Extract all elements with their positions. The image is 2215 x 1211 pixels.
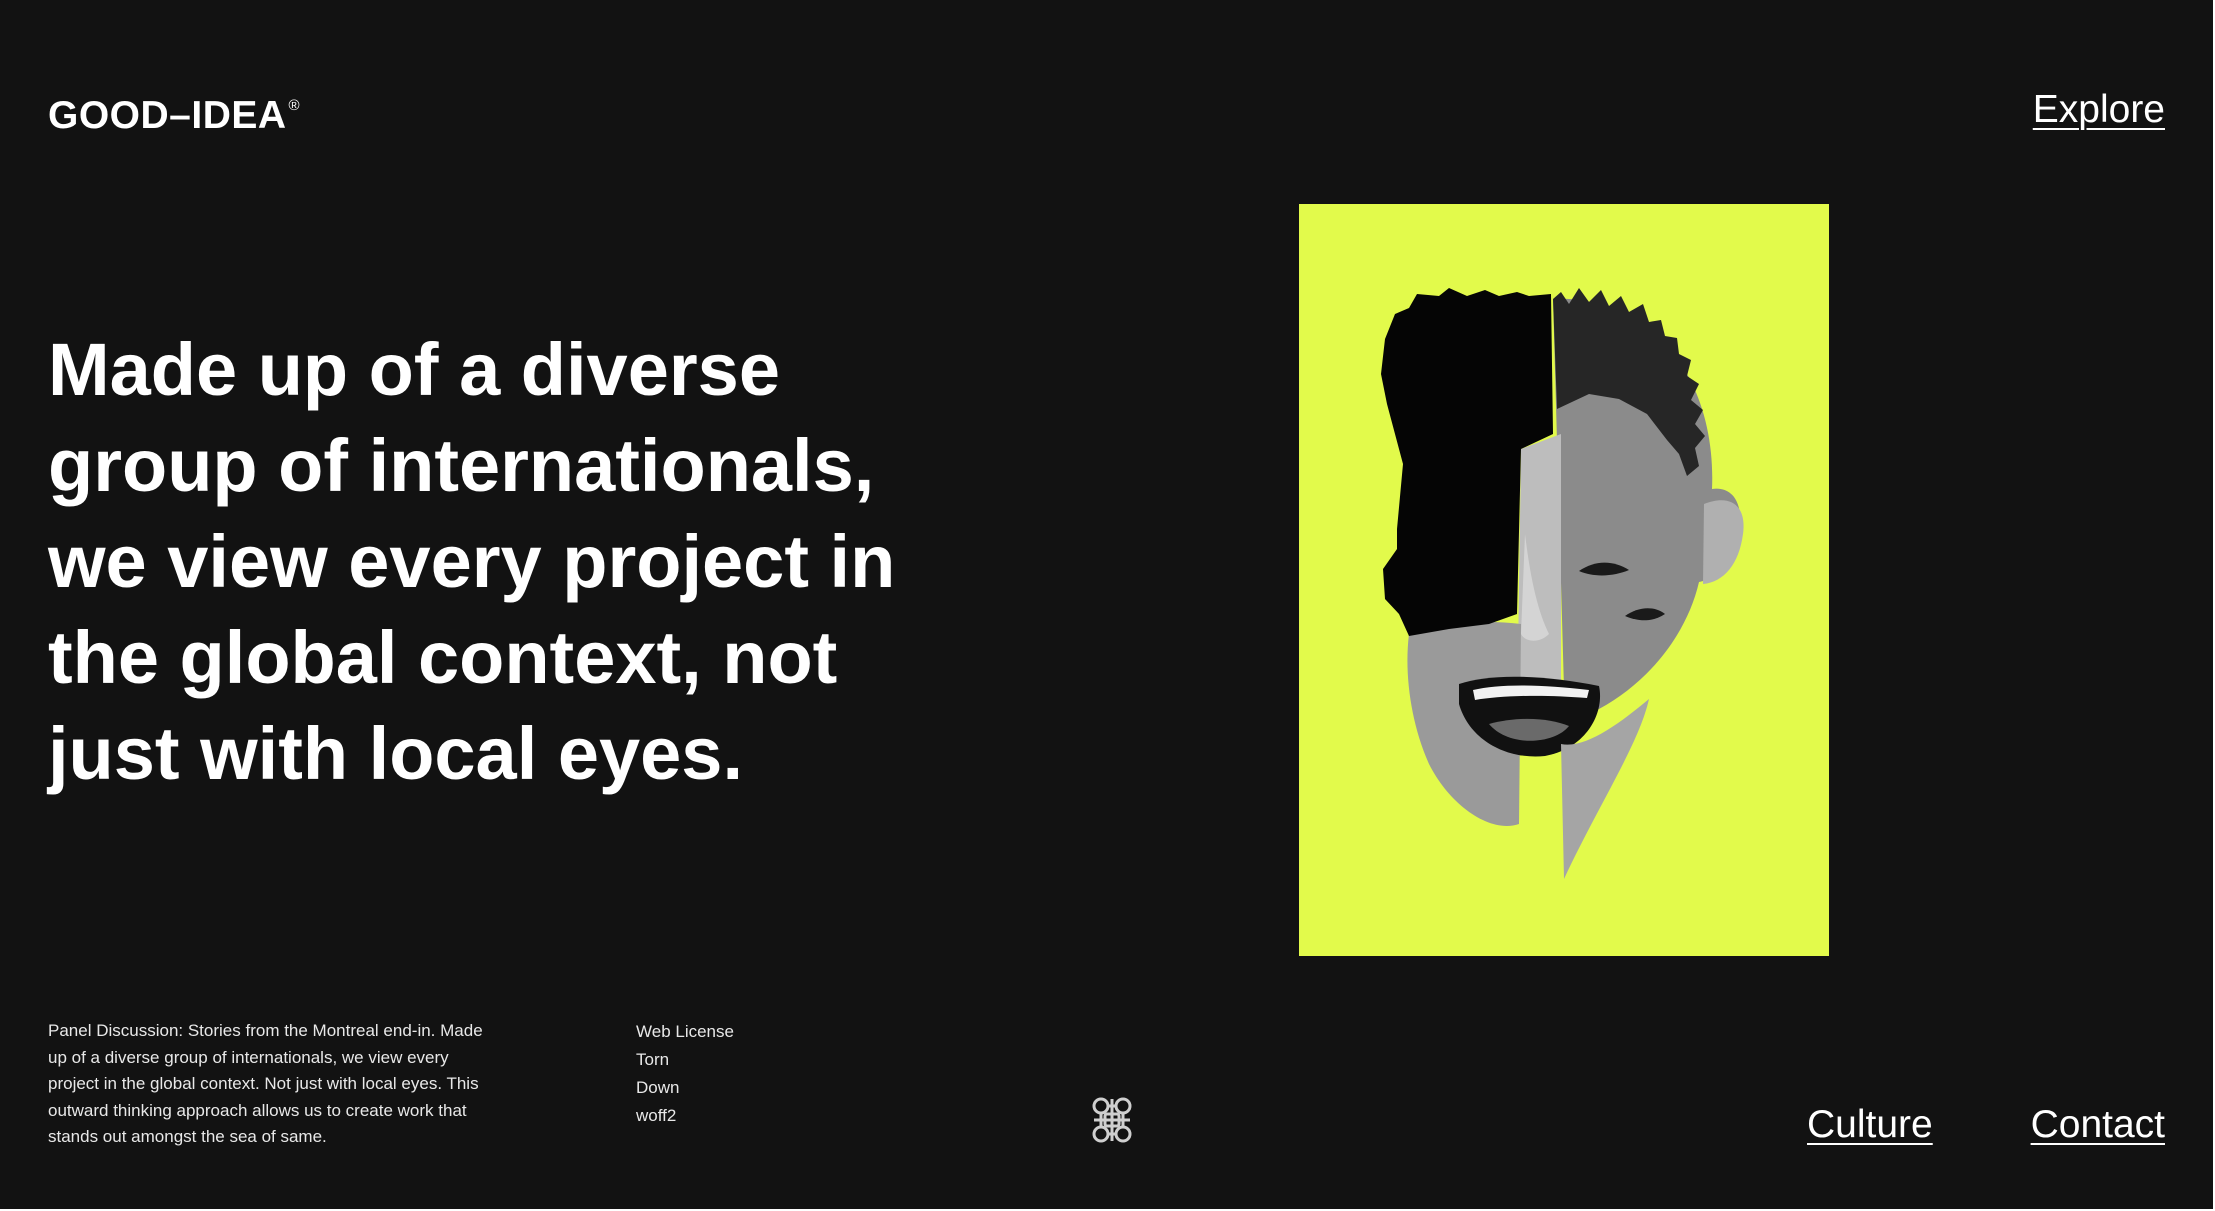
blurb-line: outward thinking approach allows us to c… (48, 1100, 467, 1120)
celtic-knot-icon (1087, 1094, 1137, 1146)
blurb-line: stands out amongst the sea of same. (48, 1127, 327, 1146)
headline-line: we view every project in (48, 520, 896, 603)
blurb-line: project in the global context. Not just … (48, 1074, 479, 1093)
meta-item-down: Down (636, 1078, 680, 1097)
split-face-collage-image (1381, 288, 1744, 879)
brand-name: GOOD–IDEA (48, 94, 287, 137)
blurb-line: Panel Discussion: Stories from the Montr… (48, 1021, 483, 1040)
headline-line: group of internationals, (48, 424, 875, 507)
headline-line: just with local eyes. (48, 712, 744, 795)
registered-mark: ® (288, 97, 301, 114)
meta-item-torn: Torn (636, 1050, 670, 1069)
blurb-line: up of a diverse group of internationals,… (48, 1047, 449, 1067)
poster-image (1299, 204, 1829, 956)
meta-item-web-license: Web License (636, 1022, 734, 1041)
culture-link[interactable]: Culture (1807, 1105, 1933, 1144)
meta-item-woff2: woff2 (636, 1106, 677, 1125)
page: GOOD–IDEA ® Explore Made up of a diverse … (0, 0, 2215, 1211)
ear (1703, 500, 1744, 584)
knot-glyph (1092, 1097, 1132, 1143)
font-meta-list: Web License Torn Down woff2 (636, 1018, 734, 1130)
headline-line: Made up of a diverse (48, 328, 780, 411)
contact-link[interactable]: Contact (2031, 1105, 2165, 1144)
brand-logo[interactable]: GOOD–IDEA ® (48, 96, 300, 135)
headline-line: the global context, not (48, 616, 838, 699)
footer-blurb: Panel Discussion: Stories from the Montr… (48, 1018, 538, 1151)
hero-headline: Made up of a diverse group of internatio… (48, 322, 998, 802)
explore-link[interactable]: Explore (2033, 90, 2165, 129)
